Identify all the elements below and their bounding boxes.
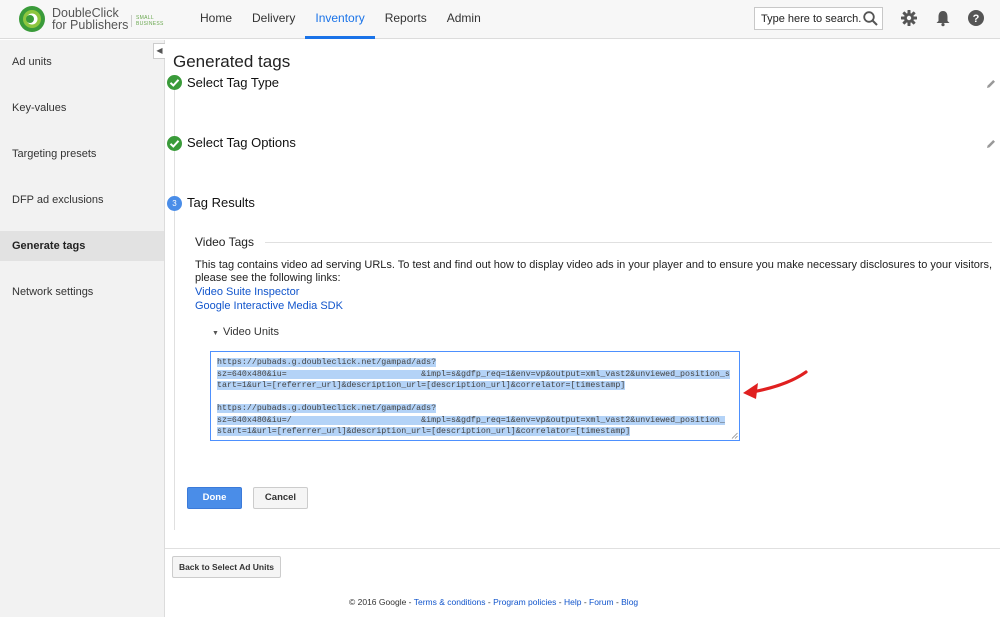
caret-down-icon: ▼: [212, 330, 219, 337]
footer-separator: -: [406, 597, 414, 607]
brand-name: DoubleClick for Publishers: [52, 7, 129, 32]
code-line: start=1&url=[referrer_url]&description_u…: [217, 427, 631, 436]
footer-separator: -: [485, 597, 494, 607]
footer-separator: -: [581, 597, 590, 607]
footer: © 2016 Google - Terms & conditions - Pro…: [349, 597, 638, 607]
annotation-arrow-icon: [743, 370, 808, 399]
copyright: © 2016 Google: [349, 597, 407, 607]
pencil-icon[interactable]: [985, 78, 997, 90]
svg-text:?: ?: [973, 13, 980, 25]
video-units-toggle[interactable]: ▼ Video Units: [212, 326, 279, 338]
collapse-sidebar-button[interactable]: ◀: [153, 43, 165, 59]
sidebar: Ad units Key-values Targeting presets DF…: [0, 40, 165, 617]
nav-delivery[interactable]: Delivery: [242, 0, 305, 39]
top-bar: DoubleClick for Publishers SMALL BUSINES…: [0, 0, 1000, 39]
code-line: tart=1&url=[referrer_url]&description_ur…: [217, 381, 626, 390]
page-title: Generated tags: [173, 52, 291, 71]
cancel-button[interactable]: Cancel: [253, 487, 308, 509]
sidebar-item-targeting-presets[interactable]: Targeting presets: [0, 139, 164, 169]
code-line: https://pubads.g.doubleclick.net/gampad/…: [217, 358, 437, 367]
step-select-tag-options[interactable]: Select Tag Options: [187, 135, 296, 150]
section-divider: [265, 242, 992, 243]
link-google-ima-sdk[interactable]: Google Interactive Media SDK: [195, 300, 343, 312]
nav-inventory[interactable]: Inventory: [305, 0, 375, 39]
footer-link-forum[interactable]: Forum: [589, 597, 614, 607]
footer-link-program-policies[interactable]: Program policies: [493, 597, 556, 607]
footer-link-terms[interactable]: Terms & conditions: [414, 597, 486, 607]
resize-grip-icon[interactable]: [731, 432, 738, 439]
code-line: sz=640x480&iu= &impl=s&gdfp_req=1&env=vp…: [217, 369, 730, 379]
help-icon[interactable]: ?: [967, 9, 985, 27]
code-line: sz=640x480&iu=/ &impl=s&gdfp_req=1&env=v…: [217, 415, 725, 425]
footer-link-blog[interactable]: Blog: [621, 597, 638, 607]
sidebar-item-dfp-ad-exclusions[interactable]: DFP ad exclusions: [0, 185, 164, 215]
footer-link-help[interactable]: Help: [564, 597, 581, 607]
gear-icon[interactable]: [900, 9, 918, 27]
video-units-label: Video Units: [222, 326, 279, 338]
nav-admin[interactable]: Admin: [437, 0, 491, 39]
search-input[interactable]: [761, 8, 861, 29]
search-box: [754, 7, 883, 30]
main-nav: Home Delivery Inventory Reports Admin: [190, 0, 491, 39]
brand-line2: for Publishers: [52, 18, 129, 32]
check-icon: [167, 75, 182, 90]
main-content: Generated tags Select Tag Type Select Ta…: [165, 40, 1000, 617]
footer-separator: -: [556, 597, 564, 607]
step-select-tag-type[interactable]: Select Tag Type: [187, 75, 279, 90]
section-title-video-tags: Video Tags: [195, 235, 254, 249]
sidebar-item-generate-tags[interactable]: Generate tags: [0, 231, 164, 261]
nav-reports[interactable]: Reports: [375, 0, 437, 39]
link-video-suite-inspector[interactable]: Video Suite Inspector: [195, 286, 299, 298]
sidebar-item-network-settings[interactable]: Network settings: [0, 277, 164, 307]
sidebar-item-key-values[interactable]: Key-values: [0, 93, 164, 123]
dfp-logo[interactable]: DoubleClick for Publishers: [18, 5, 128, 33]
check-icon: [167, 136, 182, 151]
footer-divider: [165, 548, 1000, 549]
footer-separator: -: [613, 597, 622, 607]
nav-home[interactable]: Home: [190, 0, 242, 39]
step-number-badge: 3: [167, 196, 182, 211]
edition-label: SMALL BUSINESS: [131, 15, 171, 27]
done-button[interactable]: Done: [187, 487, 242, 509]
sidebar-item-ad-units[interactable]: Ad units: [0, 47, 164, 77]
edition-line2: BUSINESS: [136, 21, 164, 27]
search-icon[interactable]: [862, 10, 879, 27]
pencil-icon[interactable]: [985, 138, 997, 150]
doubleclick-logo-icon: [18, 5, 46, 33]
step-connector: [174, 90, 175, 530]
step-tag-results: Tag Results: [187, 195, 255, 210]
tag-code-textarea[interactable]: https://pubads.g.doubleclick.net/gampad/…: [210, 351, 740, 441]
code-line: https://pubads.g.doubleclick.net/gampad/…: [217, 404, 437, 413]
back-to-select-ad-units-button[interactable]: Back to Select Ad Units: [172, 556, 281, 578]
description-text: This tag contains video ad serving URLs.…: [195, 259, 993, 284]
bell-icon[interactable]: [934, 9, 952, 27]
